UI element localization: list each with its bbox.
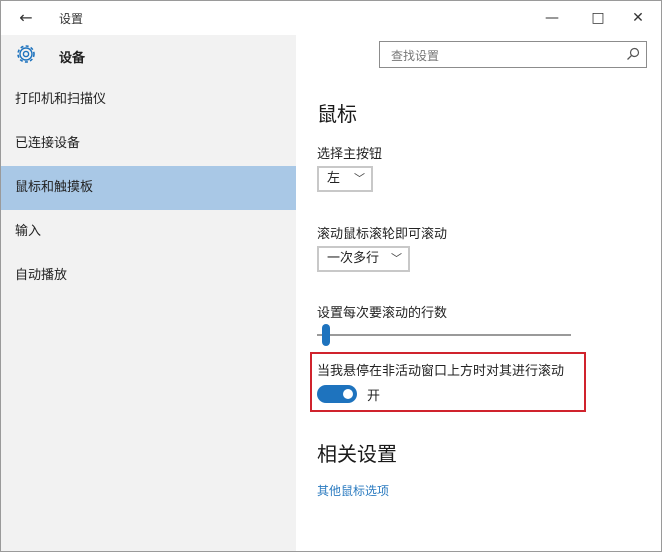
settings-window: ← 设置 — □ ✕ 设备 打印机和扫描仪 已连接设备 鼠标和触摸板 输入 自动… <box>0 0 662 552</box>
scroll-lines-label: 设置每次要滚动的行数 <box>317 306 448 321</box>
sidebar-header: 设备 <box>1 35 296 75</box>
search-input[interactable]: 查找设置 <box>379 41 647 68</box>
toggle-knob <box>343 389 353 399</box>
search-placeholder: 查找设置 <box>391 49 440 63</box>
scroll-mode-select[interactable]: 一次多行 ﹀ <box>317 246 410 272</box>
chevron-down-icon: ﹀ <box>391 252 402 265</box>
inactive-scroll-label: 当我悬停在非活动窗口上方时对其进行滚动 <box>317 364 565 379</box>
scroll-lines-slider-track[interactable] <box>317 334 571 336</box>
sidebar: 设备 打印机和扫描仪 已连接设备 鼠标和触摸板 输入 自动播放 <box>1 35 296 551</box>
main-content: 鼠标 选择主按钮 左 ﹀ 滚动鼠标滚轮即可滚动 一次多行 ﹀ 设置每次要滚动的行… <box>297 76 661 550</box>
toggle-state-label: 开 <box>367 389 381 404</box>
search-icon[interactable] <box>626 47 640 61</box>
section-title: 鼠标 <box>317 102 357 126</box>
close-button[interactable]: ✕ <box>618 3 658 33</box>
page-title: 设备 <box>59 51 86 66</box>
scroll-mode-value: 一次多行 <box>327 251 380 266</box>
scroll-mode-label: 滚动鼠标滚轮即可滚动 <box>317 227 448 242</box>
primary-button-label: 选择主按钮 <box>317 147 383 162</box>
gear-icon <box>17 45 35 63</box>
sidebar-item-typing[interactable]: 输入 <box>1 210 296 254</box>
scroll-lines-slider-thumb[interactable] <box>322 324 331 346</box>
primary-button-select[interactable]: 左 ﹀ <box>317 166 373 192</box>
back-arrow-icon[interactable]: ← <box>13 6 39 30</box>
inactive-scroll-toggle[interactable] <box>317 385 357 403</box>
sidebar-item-printers[interactable]: 打印机和扫描仪 <box>1 78 296 122</box>
other-mouse-options-link[interactable]: 其他鼠标选项 <box>317 482 389 499</box>
sidebar-item-autoplay[interactable]: 自动播放 <box>1 254 296 298</box>
maximize-button[interactable]: □ <box>578 3 618 33</box>
chevron-down-icon: ﹀ <box>354 172 365 185</box>
window-title: 设置 <box>59 12 84 26</box>
sidebar-item-connected-devices[interactable]: 已连接设备 <box>1 122 296 166</box>
sidebar-item-mouse-touchpad[interactable]: 鼠标和触摸板 <box>1 166 296 210</box>
primary-button-value: 左 <box>327 171 341 186</box>
sidebar-nav: 打印机和扫描仪 已连接设备 鼠标和触摸板 输入 自动播放 <box>1 78 296 298</box>
minimize-button[interactable]: — <box>532 3 572 33</box>
title-bar: ← 设置 — □ ✕ <box>1 1 661 35</box>
related-settings-title: 相关设置 <box>317 442 397 466</box>
